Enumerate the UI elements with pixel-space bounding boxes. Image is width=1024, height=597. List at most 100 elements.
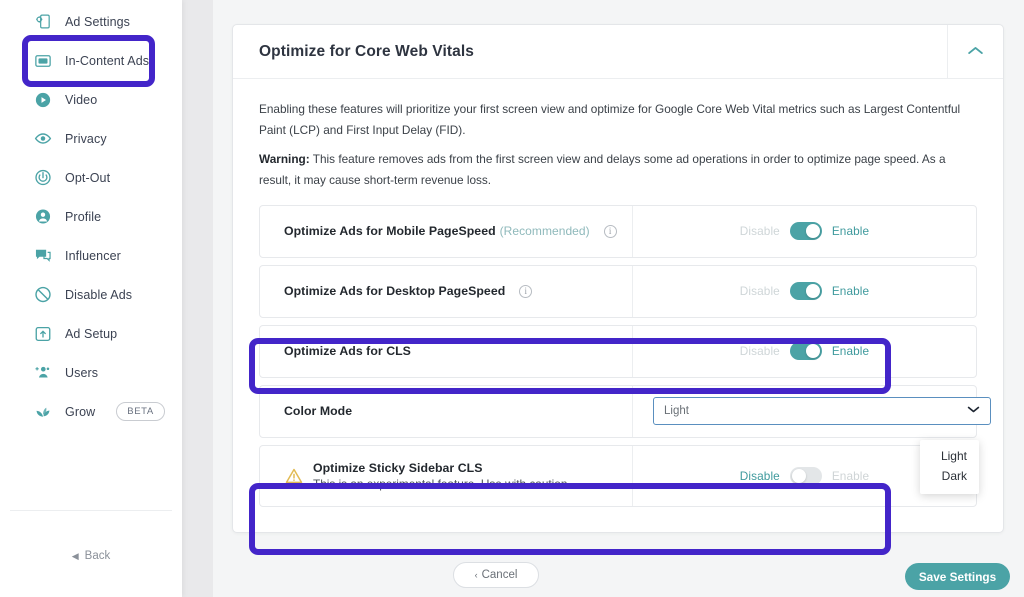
video-icon [34, 91, 52, 109]
warning-label: Warning: [259, 152, 310, 167]
color-mode-value: Light [664, 405, 689, 418]
sidebar-item-label: Ad Setup [65, 326, 118, 341]
toggle-on-label: Enable [831, 224, 870, 239]
toggle-knob [791, 468, 806, 483]
sidebar-item-in-content-ads[interactable]: In-Content Ads [0, 41, 182, 80]
block-icon [34, 286, 52, 304]
settings-list: Optimize Ads for Mobile PageSpeed (Recomm… [259, 204, 991, 532]
content-gutter [182, 0, 213, 597]
app-screen: Ad Settings In-Content Ads Video Privacy… [0, 0, 1024, 597]
setting-label: Optimize Ads for Desktop PageSpeed [284, 284, 506, 299]
save-settings-button[interactable]: Save Settings [905, 563, 1010, 590]
page-title: Optimize for Core Web Vitals [259, 42, 474, 60]
card-body: Enabling these features will prioritize … [233, 79, 1003, 532]
sidebar-item-users[interactable]: Users [0, 353, 182, 392]
sidebar-item-label: Ad Settings [65, 14, 131, 29]
privacy-eye-icon [34, 130, 52, 148]
toggle-off-label: Disable [739, 468, 780, 483]
sidebar-item-label: Video [65, 92, 98, 107]
sidebar-item-label: In-Content Ads [65, 53, 150, 68]
card-header: Optimize for Core Web Vitals [233, 25, 1003, 79]
sidebar-item-profile[interactable]: Profile [0, 197, 182, 236]
core-web-vitals-card: Optimize for Core Web Vitals Enabling th… [232, 24, 1004, 533]
row-control: Disable Enable [633, 326, 976, 377]
warning-triangle-icon [284, 466, 304, 486]
info-icon[interactable]: i [519, 284, 533, 298]
color-mode-select[interactable]: Light [653, 397, 991, 426]
sidebar-item-ad-settings[interactable]: Ad Settings [0, 2, 182, 41]
ad-settings-icon [34, 13, 52, 31]
toggle-knob [805, 224, 820, 239]
sidebar-divider [10, 510, 172, 511]
info-icon[interactable]: i [603, 224, 617, 238]
footer-bar: ‹ Cancel Save Settings [426, 554, 1024, 597]
sidebar-item-ad-setup[interactable]: Ad Setup [0, 314, 182, 353]
beta-badge: BETA [116, 402, 165, 421]
setting-sublabel: This is an experimental feature. Use wit… [313, 476, 571, 491]
profile-person-icon [34, 208, 52, 226]
chevron-down-icon [967, 405, 980, 417]
toggle-switch[interactable] [789, 222, 822, 241]
toggle-switch[interactable] [789, 342, 822, 361]
toggle-knob [805, 284, 820, 299]
row-control: Disable Enable [633, 266, 976, 317]
sidebar-item-label: Opt-Out [65, 170, 111, 185]
row-label: Optimize Ads for Mobile PageSpeed (Recomm… [260, 205, 633, 257]
back-caret-icon: ‹ [474, 570, 478, 580]
row-label: Optimize Ads for CLS [260, 325, 633, 377]
toggle-on-label: Enable [831, 468, 870, 483]
toggle-on-label: Enable [831, 344, 870, 359]
cancel-label: Cancel [481, 569, 518, 581]
sidebar-item-label: Privacy [65, 131, 107, 146]
row-label: Color Mode [260, 385, 633, 437]
setting-row-cls: Optimize Ads for CLS Disable Enable [259, 324, 977, 378]
sidebar-item-label: Profile [65, 209, 102, 224]
collapse-card-button[interactable] [947, 25, 1003, 78]
sidebar: Ad Settings In-Content Ads Video Privacy… [0, 0, 182, 597]
back-caret-icon: ◀ [71, 550, 79, 561]
row-control: Light [633, 386, 1011, 437]
setting-label: Color Mode [284, 404, 353, 419]
warning-text: This feature removes ads from the first … [259, 152, 946, 187]
sidebar-item-influencer[interactable]: Influencer [0, 236, 182, 275]
back-button[interactable]: ◀ Back [0, 550, 182, 562]
sidebar-item-opt-out[interactable]: Opt-Out [0, 158, 182, 197]
card-warning: Warning: This feature removes ads from t… [259, 149, 977, 190]
toggle-knob [805, 344, 820, 359]
sidebar-item-video[interactable]: Video [0, 80, 182, 119]
toggle-on-label: Enable [831, 284, 870, 299]
main-content: Optimize for Core Web Vitals Enabling th… [213, 0, 1024, 597]
recommended-tag: (Recommended) [499, 224, 590, 239]
power-icon [34, 169, 52, 187]
row-label: Optimize Sticky Sidebar CLS This is an e… [260, 445, 633, 506]
sidebar-item-grow[interactable]: Grow BETA [0, 392, 182, 431]
sidebar-item-label: Influencer [65, 248, 121, 263]
color-mode-dropdown-menu: Light Dark [920, 440, 979, 494]
dropdown-option-dark[interactable]: Dark [920, 466, 979, 486]
toggle-switch[interactable] [789, 282, 822, 301]
dropdown-option-light[interactable]: Light [920, 446, 979, 466]
setting-row-sticky-sidebar-cls: Optimize Sticky Sidebar CLS This is an e… [259, 444, 977, 507]
setting-label: Optimize Ads for Mobile PageSpeed (Recomm… [284, 224, 590, 239]
sidebar-item-label: Disable Ads [65, 287, 133, 302]
setting-label: Optimize Sticky Sidebar CLS [313, 460, 483, 475]
setting-row-desktop-pagespeed: Optimize Ads for Desktop PageSpeed i Dis… [259, 264, 977, 318]
toggle-group: Disable Enable [739, 342, 870, 361]
toggle-switch[interactable] [789, 466, 822, 485]
toggle-group: Disable Enable [739, 466, 870, 485]
toggle-off-label: Disable [739, 344, 780, 359]
row-label: Optimize Ads for Desktop PageSpeed i [260, 265, 633, 317]
cancel-button[interactable]: ‹ Cancel [453, 562, 539, 588]
sidebar-nav: Ad Settings In-Content Ads Video Privacy… [0, 0, 182, 431]
back-label: Back [84, 550, 111, 562]
in-content-ads-icon [34, 52, 52, 70]
setting-label-stack: Optimize Sticky Sidebar CLS This is an e… [313, 461, 571, 491]
ad-setup-upload-icon [34, 325, 52, 343]
setting-label: Optimize Ads for CLS [284, 344, 411, 359]
card-description: Enabling these features will prioritize … [259, 102, 961, 137]
setting-row-mobile-pagespeed: Optimize Ads for Mobile PageSpeed (Recomm… [259, 204, 977, 258]
sidebar-item-label: Users [65, 365, 99, 380]
setting-row-color-mode: Color Mode Light [259, 384, 991, 438]
sidebar-item-disable-ads[interactable]: Disable Ads [0, 275, 182, 314]
sidebar-item-privacy[interactable]: Privacy [0, 119, 182, 158]
